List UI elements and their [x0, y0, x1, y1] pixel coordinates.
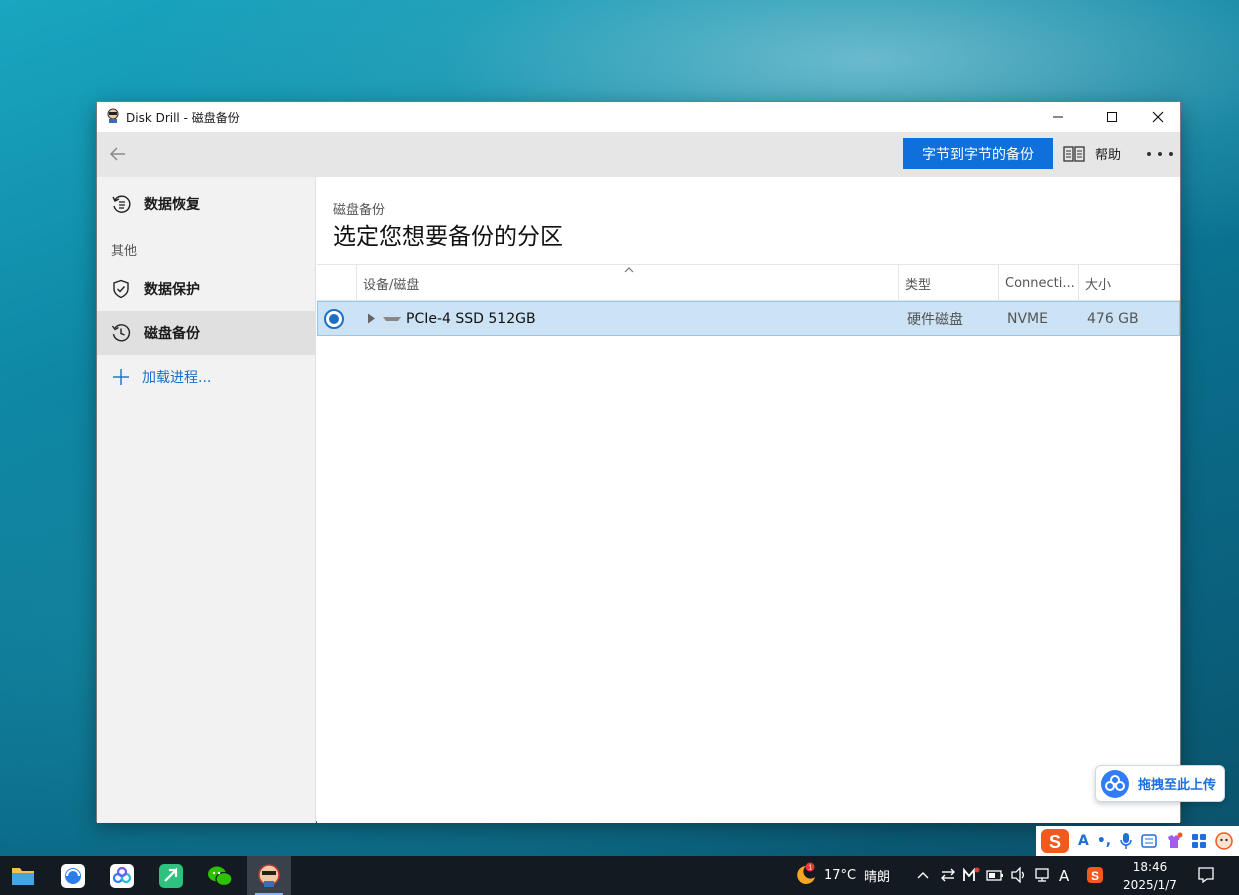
microphone-icon[interactable] [1119, 832, 1133, 850]
taskbar-disk-drill[interactable] [247, 856, 291, 895]
more-options-icon[interactable] [1147, 144, 1173, 164]
minimize-icon [1053, 116, 1063, 118]
byte-to-byte-backup-button[interactable]: 字节到字节的备份 [903, 138, 1053, 169]
taskbar-file-explorer[interactable] [1, 856, 45, 895]
weather-moon-icon[interactable]: 1 [792, 862, 818, 888]
mail-app-icon[interactable] [962, 867, 980, 883]
battery-icon[interactable] [986, 868, 1004, 882]
clock-date: 2025/1/7 [1123, 878, 1177, 892]
svg-text:S: S [1091, 869, 1099, 883]
page-title: 选定您想要备份的分区 [333, 224, 563, 250]
taskbar-wechat[interactable] [198, 856, 242, 895]
sogou-logo-icon[interactable]: S [1040, 828, 1070, 854]
table-row[interactable]: PCIe-4 SSD 512GB 硬件磁盘 NVME 476 GB [317, 301, 1180, 336]
sogou-tray-icon[interactable]: S [1086, 866, 1104, 884]
shield-icon [113, 279, 129, 299]
column-header-type[interactable]: 类型 [898, 265, 998, 301]
cloud-upload-icon [1101, 769, 1129, 798]
app-window: Disk Drill - 磁盘备份 字节到字节的备份 帮助 数据恢复 其他 数据… [96, 101, 1181, 823]
maximize-button[interactable] [1089, 102, 1135, 132]
green-app-icon [159, 863, 183, 888]
back-arrow-icon[interactable] [108, 144, 128, 164]
close-icon [1152, 111, 1164, 123]
ime-punct-indicator[interactable]: •, [1097, 833, 1111, 849]
browser-icon [61, 863, 85, 888]
select-radio[interactable] [324, 309, 344, 329]
weather-temperature[interactable]: 17°C [824, 856, 856, 895]
toolbox-grid-icon[interactable] [1191, 833, 1207, 849]
sidebar-item-label: 数据恢复 [144, 197, 200, 213]
disk-drill-app-icon [107, 108, 119, 123]
ssd-drive-icon [383, 317, 401, 321]
section-label-other: 其他 [111, 244, 138, 259]
weather-description[interactable]: 晴朗 [864, 856, 890, 895]
expand-arrow-icon[interactable] [367, 313, 376, 324]
device-size: 476 GB [1087, 310, 1139, 327]
taskbar-baidu-netdisk[interactable] [100, 856, 144, 895]
sidebar-item-disk-backup[interactable]: 磁盘备份 [97, 311, 315, 355]
main-panel: 磁盘备份 选定您想要备份的分区 设备/磁盘 类型 Connecti... 大小 [317, 177, 1180, 823]
sidebar-item-label: 磁盘备份 [144, 326, 200, 342]
disk-drill-icon [258, 863, 280, 887]
skin-icon[interactable] [1165, 832, 1183, 850]
window-title: Disk Drill - 磁盘备份 [126, 111, 240, 125]
ime-mode-indicator[interactable]: A [1078, 833, 1089, 849]
netdisk-icon [110, 863, 134, 888]
help-label: 帮助 [1095, 148, 1122, 163]
clock-time: 18:46 [1132, 860, 1168, 874]
clock[interactable]: 18:46 2025/1/7 [1118, 858, 1182, 894]
folder-icon [12, 867, 34, 885]
sidebar-add-process[interactable]: 加载进程... [97, 355, 315, 399]
breadcrumb: 磁盘备份 [333, 203, 386, 218]
table-header: 设备/磁盘 类型 Connecti... 大小 [317, 264, 1180, 301]
close-button[interactable] [1135, 102, 1181, 132]
clock-icon [111, 324, 131, 342]
input-language-indicator[interactable]: A [1059, 856, 1069, 895]
column-header-size[interactable]: 大小 [1078, 265, 1180, 301]
add-process-label: 加载进程... [142, 370, 212, 386]
volume-icon[interactable] [1010, 867, 1028, 883]
sidebar: 数据恢复 其他 数据保护 磁盘备份 加载进程... [97, 177, 316, 823]
svg-text:1: 1 [808, 865, 812, 872]
help-button[interactable]: 帮助 [1063, 138, 1121, 169]
plus-icon [113, 369, 129, 385]
title-bar[interactable]: Disk Drill - 磁盘备份 [97, 102, 1180, 132]
keyboard-icon[interactable] [1141, 834, 1157, 848]
wechat-icon [208, 866, 233, 886]
device-connection: NVME [1007, 310, 1048, 327]
show-hidden-icons-chevron-icon[interactable] [916, 869, 930, 881]
mascot-icon[interactable] [1215, 832, 1233, 850]
device-type: 硬件磁盘 [907, 311, 963, 328]
minimize-button[interactable] [1035, 102, 1081, 132]
network-icon[interactable] [1034, 867, 1052, 883]
upload-drop-widget[interactable]: 拖拽至此上传 [1095, 765, 1225, 802]
column-header-connection[interactable]: Connecti... [998, 265, 1078, 301]
sync-arrows-icon[interactable] [940, 868, 956, 882]
device-name: PCIe-4 SSD 512GB [406, 310, 536, 327]
ime-toolbar: S A •, [1036, 826, 1239, 856]
sidebar-item-data-recovery[interactable]: 数据恢复 [97, 182, 315, 226]
notification-center-icon[interactable] [1197, 866, 1215, 884]
maximize-icon [1107, 112, 1117, 122]
taskbar: 1 17°C 晴朗 A S 18:46 2025/1/7 [0, 856, 1239, 895]
sidebar-item-data-protection[interactable]: 数据保护 [97, 267, 315, 311]
upload-label: 拖拽至此上传 [1138, 778, 1217, 793]
svg-text:S: S [1049, 832, 1061, 852]
restore-icon [112, 195, 131, 213]
toolbar: 字节到字节的备份 帮助 [97, 132, 1180, 177]
sidebar-item-label: 数据保护 [144, 282, 200, 298]
taskbar-app-green[interactable] [149, 856, 193, 895]
sort-ascending-icon [624, 267, 634, 273]
book-icon [1063, 145, 1085, 162]
taskbar-browser[interactable] [51, 856, 95, 895]
